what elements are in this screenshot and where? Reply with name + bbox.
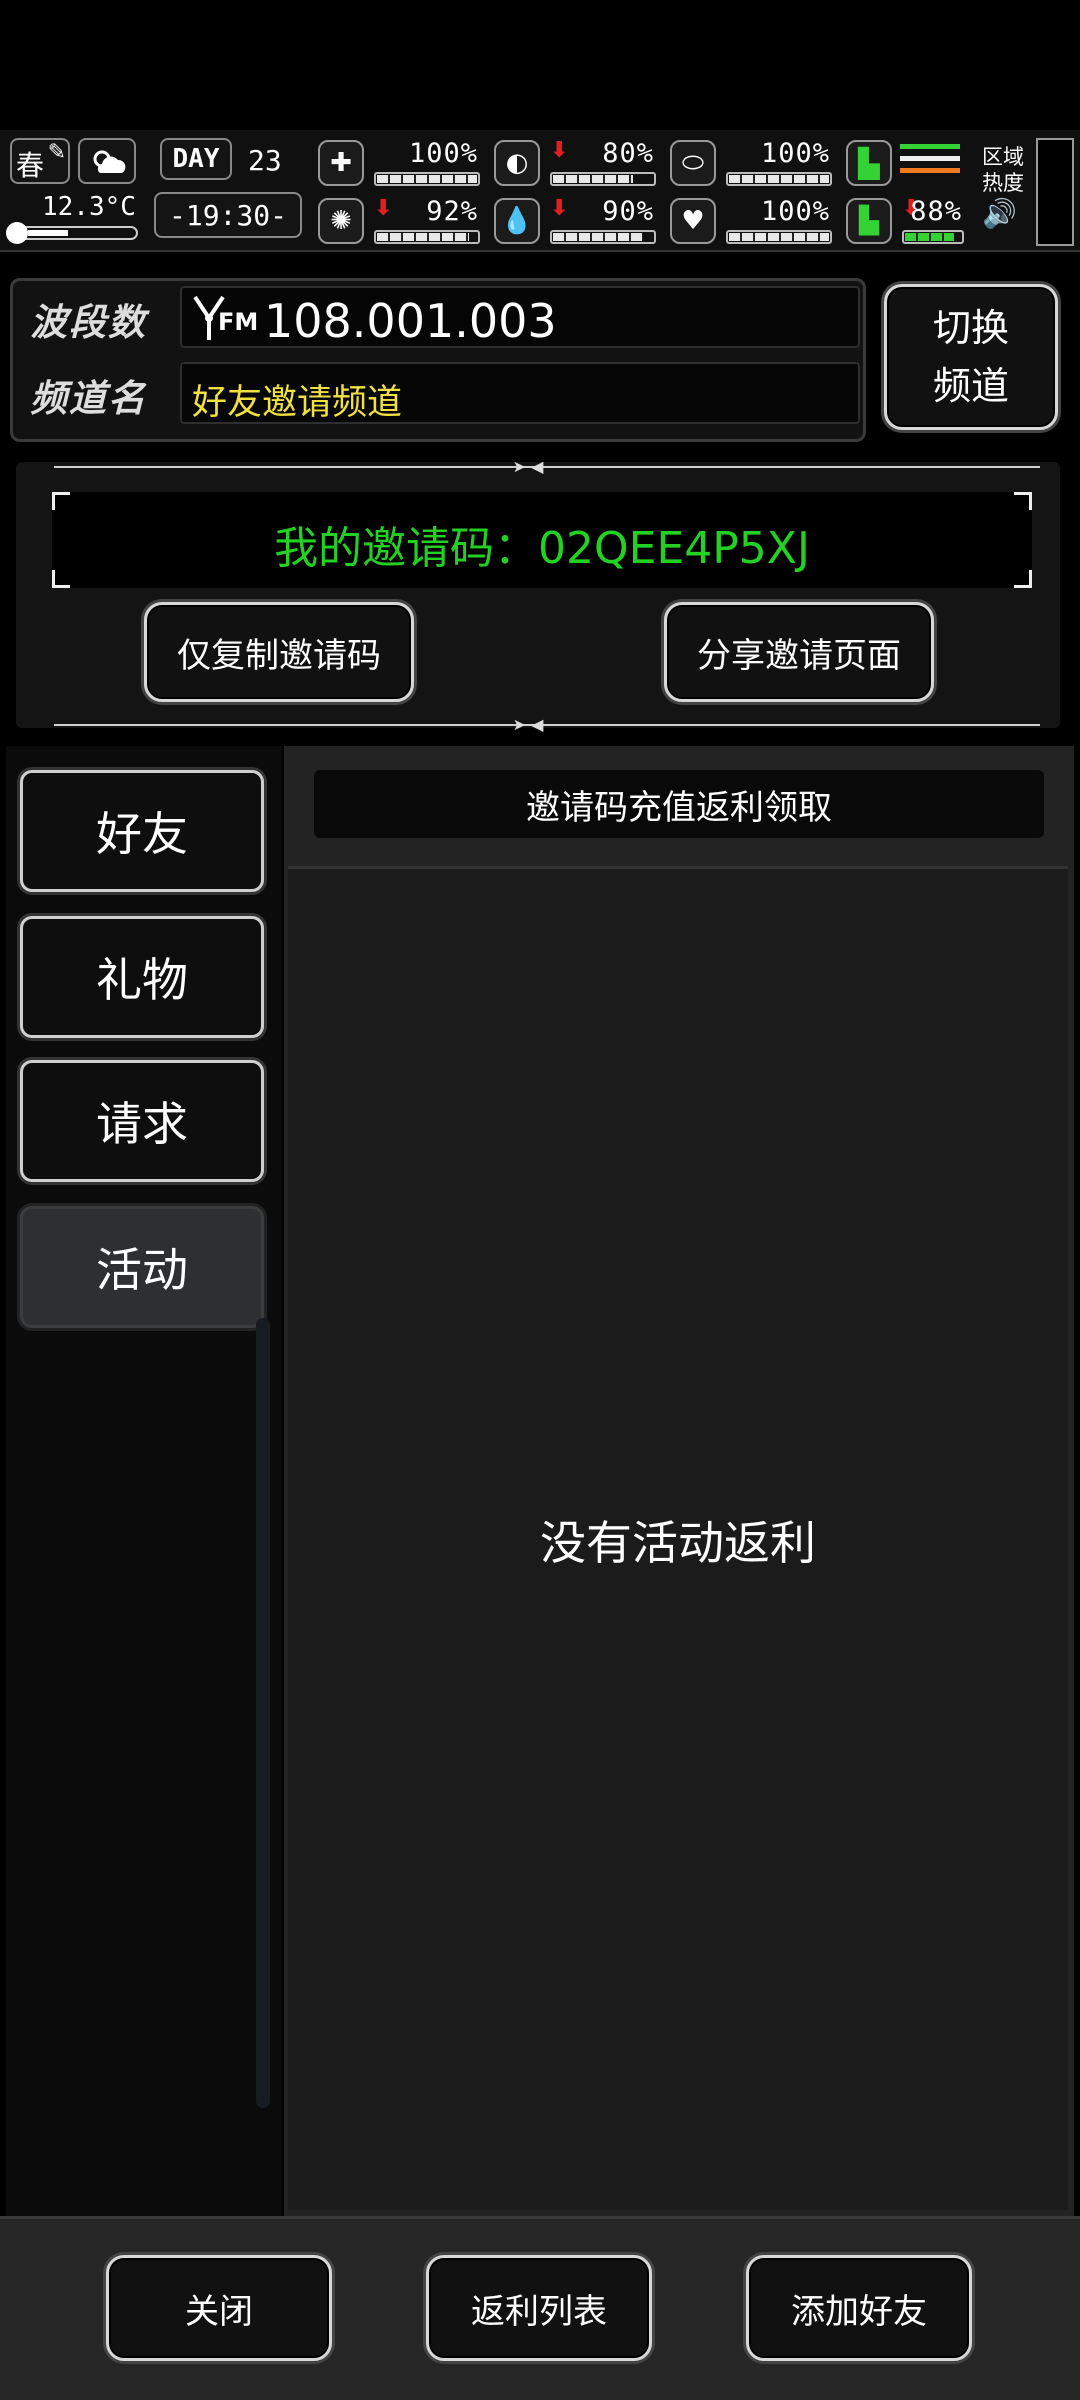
stat-bar-fill [377, 233, 469, 241]
stat-percent: 100% [408, 138, 478, 169]
band-label: 波段数 [30, 301, 147, 344]
stat-stamina[interactable]: ▙ ⬇ 88% [846, 194, 970, 248]
day-number: 23 [248, 144, 282, 177]
events-list: 没有活动返利 [288, 866, 1068, 2210]
events-content: 邀请码充值返利领取 没有活动返利 [284, 746, 1074, 2216]
copy-invite-code-button[interactable]: 仅复制邀请码 [144, 602, 414, 702]
zone-heat-meter [1036, 138, 1074, 246]
stamina-indicator: ▙ [846, 140, 970, 186]
stat-bar [374, 172, 480, 186]
stat-pill[interactable]: ⬭ 100% [670, 136, 838, 190]
stat-percent: 100% [760, 138, 830, 169]
tab-scrollbar[interactable] [256, 1318, 270, 2108]
stat-bar-fill [729, 175, 829, 183]
stat-bar-fill [553, 233, 643, 241]
band-value: 108.001.003 [264, 294, 557, 348]
stat-medkit[interactable]: ✚ 100% [318, 136, 486, 190]
bottom-divider-arrows: ➤ ◀ [512, 715, 544, 734]
medkit-icon: ✚ [318, 140, 364, 186]
stat-bar [902, 230, 964, 244]
stat-percent: 88% [910, 196, 962, 227]
stat-bar [550, 172, 656, 186]
zone-heat-label-2: 热度 [982, 171, 1024, 195]
share-invite-page-button[interactable]: 分享邀请页面 [664, 602, 934, 702]
day-badge: DAY [160, 138, 232, 180]
stat-water-drop[interactable]: 💧 ⬇ 90% [494, 194, 662, 248]
bottom-action-bar: 关闭 返利列表 添加好友 [0, 2216, 1080, 2400]
invite-code-box: 我的邀请码：02QEE4P5XJ [52, 492, 1032, 588]
season-label: 春 [16, 149, 45, 182]
close-button[interactable]: 关闭 [106, 2255, 332, 2361]
status-bar: 春 ✎ 12.3°C DAY 23 -19:30- ✚ 100% ◐ ⬇ 80% ⬭ 100… [0, 130, 1080, 252]
weather-icon [78, 138, 136, 184]
switch-channel-line1: 切换 [932, 306, 1009, 350]
temperature-readout: 12.3°C [42, 192, 136, 222]
stat-bar-fill [729, 233, 829, 241]
stat-percent: 80% [602, 138, 654, 169]
tab-gifts[interactable]: 礼物 [20, 916, 264, 1038]
season-badge: 春 ✎ [10, 138, 70, 184]
decrease-arrow-icon: ⬇ [550, 196, 569, 221]
stomach-icon: ◐ [494, 140, 540, 186]
decrease-arrow-icon: ⬇ [550, 138, 569, 163]
stamina-icon: ▙ [846, 198, 892, 244]
switch-channel-button[interactable]: 切换 频道 [884, 284, 1058, 430]
zone-heat-label-1: 区域 [982, 145, 1024, 169]
tab-column: 好友 礼物 请求 活动 [6, 746, 282, 2216]
speaker-icon[interactable]: 🔊 [982, 196, 1032, 232]
stat-percent: 92% [426, 196, 478, 227]
tab-friends[interactable]: 好友 [20, 770, 264, 892]
stat-percent: 100% [760, 196, 830, 227]
invite-rebate-claim-button[interactable]: 邀请码充值返利领取 [314, 770, 1044, 838]
heart-icon: ♥ [670, 198, 716, 244]
thermometer-icon [6, 222, 138, 244]
decrease-arrow-icon: ⬇ [374, 196, 393, 221]
day-label: DAY [172, 144, 220, 174]
pill-icon: ⬭ [670, 140, 716, 186]
stat-bar-fill [905, 233, 955, 241]
stat-brain[interactable]: ✺ ⬇ 92% [318, 194, 486, 248]
stat-bar [374, 230, 480, 244]
empty-state-message: 没有活动返利 [540, 1516, 816, 1570]
channel-name-field: 好友邀请频道 [180, 362, 860, 424]
water-drop-icon: 💧 [494, 198, 540, 244]
top-divider-arrows: ➤ ◀ [512, 457, 544, 476]
tab-requests[interactable]: 请求 [20, 1060, 264, 1182]
band-field: FM 108.001.003 [180, 286, 860, 348]
stat-stomach[interactable]: ◐ ⬇ 80% [494, 136, 662, 190]
stat-heart[interactable]: ♥ 100% [670, 194, 838, 248]
stat-bar-fill [553, 175, 633, 183]
zone-heat[interactable]: 区域 热度 🔊 [982, 144, 1032, 244]
fm-label: FM [218, 308, 259, 336]
invite-panel: ➤ ◀ 我的邀请码：02QEE4P5XJ 仅复制邀请码 分享邀请页面 ➤ ◀ [16, 457, 1060, 733]
channel-name-value: 好友邀请频道 [192, 383, 403, 423]
stat-bar [726, 172, 832, 186]
add-friend-button[interactable]: 添加好友 [746, 2255, 972, 2361]
stat-bar [726, 230, 832, 244]
stat-percent: 90% [602, 196, 654, 227]
brain-icon: ✺ [318, 198, 364, 244]
channel-panel: 波段数 FM 108.001.003 频道名 好友邀请频道 切换 频道 [10, 264, 1070, 444]
switch-channel-line2: 频道 [932, 364, 1009, 408]
feather-icon: ✎ [47, 140, 66, 165]
stat-bar [550, 230, 656, 244]
rebate-list-button[interactable]: 返利列表 [426, 2255, 652, 2361]
invite-code-text[interactable]: 我的邀请码：02QEE4P5XJ [52, 512, 1032, 576]
tab-events[interactable]: 活动 [20, 1206, 264, 1328]
clock-time: -19:30- [168, 198, 287, 232]
stat-bar-fill [377, 175, 477, 183]
channel-name-label: 频道名 [30, 377, 147, 420]
clock-display: -19:30- [154, 192, 302, 238]
